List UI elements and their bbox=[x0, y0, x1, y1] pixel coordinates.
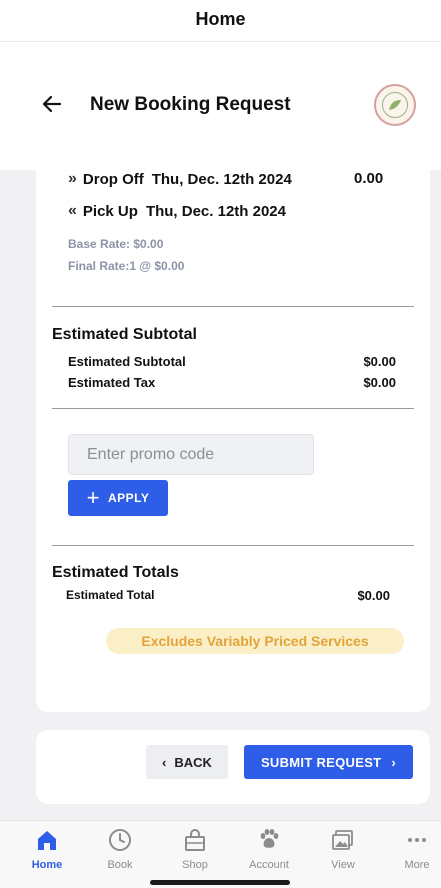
pick-up-label: Pick Up bbox=[82, 202, 138, 220]
total-value: $0.00 bbox=[357, 588, 390, 603]
more-icon bbox=[408, 838, 426, 842]
drop-off-amount: 0.00 bbox=[354, 170, 383, 187]
tab-shop[interactable]: Shop bbox=[160, 827, 230, 871]
tab-account[interactable]: Account bbox=[234, 827, 304, 871]
chevron-right-icon: › bbox=[391, 754, 397, 770]
drop-off-row: » Drop Off Thu, Dec. 12th 2024 bbox=[68, 170, 292, 188]
tab-view-label: View bbox=[331, 859, 355, 871]
tab-more-label: More bbox=[404, 859, 430, 871]
page-header: New Booking Request bbox=[0, 42, 441, 170]
home-indicator bbox=[150, 880, 290, 885]
clock-icon bbox=[109, 829, 131, 851]
totals-section-title: Estimated Totals bbox=[52, 564, 179, 581]
tax-value: $0.00 bbox=[363, 375, 396, 390]
tax-label: Estimated Tax bbox=[68, 375, 156, 390]
plus-icon: + bbox=[86, 485, 100, 510]
tab-more[interactable]: More bbox=[382, 827, 441, 871]
submit-request-button[interactable]: SUBMIT REQUEST › bbox=[244, 745, 413, 779]
drop-off-amount-value: 0.00 bbox=[354, 170, 384, 187]
business-logo bbox=[374, 84, 416, 126]
base-rate: Base Rate: $0.00 bbox=[68, 237, 164, 251]
paw-icon bbox=[260, 829, 279, 848]
subtotal-label: Estimated Subtotal bbox=[68, 354, 186, 369]
pick-up-row: « Pick Up Thu, Dec. 12th 2024 bbox=[68, 202, 286, 220]
total-label: Estimated Total bbox=[66, 588, 155, 602]
tab-home[interactable]: Home bbox=[12, 827, 82, 871]
apply-promo-button[interactable]: + APPLY bbox=[68, 480, 168, 516]
drop-off-label: Drop Off bbox=[82, 170, 144, 188]
back-arrow-icon[interactable] bbox=[40, 92, 64, 116]
tab-shop-label: Shop bbox=[182, 859, 208, 871]
drop-off-date: Thu, Dec. 12th 2024 bbox=[151, 170, 292, 188]
apply-button-label: APPLY bbox=[107, 491, 150, 505]
back-button[interactable]: ‹ BACK bbox=[146, 745, 228, 779]
submit-button-label: SUBMIT REQUEST bbox=[260, 754, 382, 770]
top-bar-title: Home bbox=[195, 9, 246, 29]
tab-view[interactable]: View bbox=[308, 827, 378, 871]
tab-home-label: Home bbox=[31, 859, 63, 871]
subtotal-value: $0.00 bbox=[363, 354, 396, 369]
tab-book[interactable]: Book bbox=[85, 827, 155, 871]
double-chevron-right-icon: » bbox=[68, 170, 77, 187]
bottom-tab-bar: Home Book Shop Account View More bbox=[0, 820, 441, 888]
variable-pricing-notice: Excludes Variably Priced Services bbox=[106, 628, 404, 654]
logo-emblem-icon bbox=[382, 92, 408, 118]
divider bbox=[52, 408, 414, 409]
home-icon bbox=[38, 831, 56, 850]
back-button-label: BACK bbox=[174, 754, 212, 770]
gallery-icon bbox=[332, 830, 353, 850]
promo-code-input[interactable] bbox=[68, 434, 314, 475]
page-title: New Booking Request bbox=[90, 94, 291, 115]
chevron-left-icon: ‹ bbox=[162, 754, 167, 770]
double-chevron-left-icon: « bbox=[68, 202, 77, 219]
divider bbox=[52, 545, 414, 546]
final-rate: Final Rate:1 @ $0.00 bbox=[68, 259, 185, 273]
tab-account-label: Account bbox=[249, 859, 289, 871]
app-top-bar: Home bbox=[0, 0, 441, 42]
pick-up-date: Thu, Dec. 12th 2024 bbox=[145, 202, 286, 220]
action-bar: ‹ BACK SUBMIT REQUEST › bbox=[36, 730, 430, 804]
subtotal-section-title: Estimated Subtotal bbox=[52, 326, 197, 343]
divider bbox=[52, 306, 414, 307]
tab-book-label: Book bbox=[107, 859, 133, 871]
shop-icon bbox=[185, 829, 205, 851]
